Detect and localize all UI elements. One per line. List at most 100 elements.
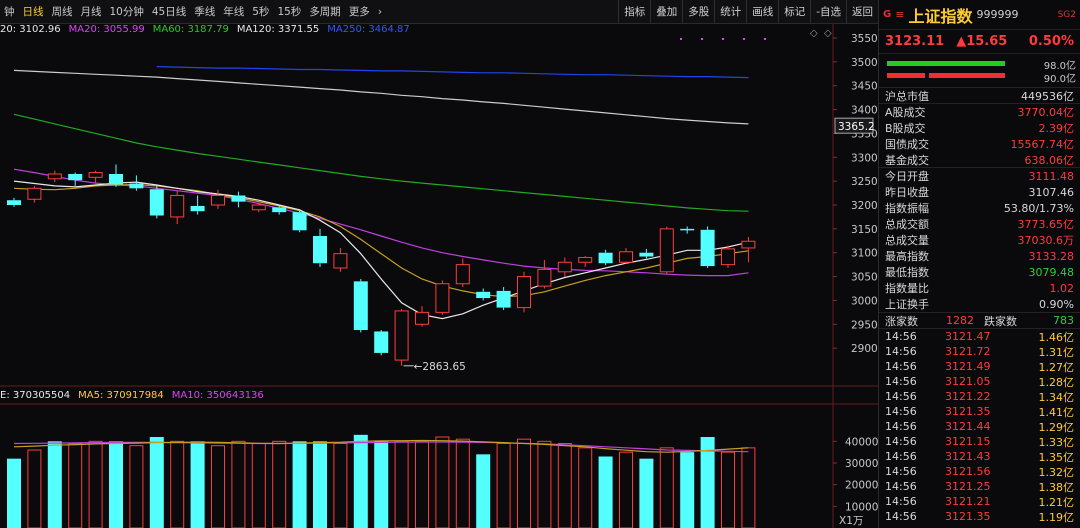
candle-body — [211, 194, 225, 206]
toolbar-button[interactable]: 统计 — [714, 0, 746, 24]
period-tab[interactable]: 月线 — [77, 0, 106, 24]
volume-legend-item: MA10: 350643136 — [171, 390, 264, 401]
volume-bar — [598, 456, 613, 528]
candle-body — [190, 205, 205, 212]
candle-body — [374, 331, 389, 353]
badge-icon: SG2 — [1057, 9, 1076, 20]
price-tick-label: 3550 — [851, 33, 878, 45]
candle-body — [721, 248, 735, 266]
stat-value: 2.39亿 — [1038, 122, 1075, 135]
period-tab[interactable]: 多周期 — [305, 0, 345, 24]
price-change: ▲15.65 — [956, 34, 1008, 49]
decline-label: 跌家数 — [984, 314, 1017, 328]
stat-row: 指数量比 1.02 — [879, 280, 1080, 296]
stat-row: 今日开盘 3111.48 — [879, 168, 1080, 184]
volume-bar — [88, 440, 103, 528]
volume-bar — [476, 454, 491, 528]
tick-row: 14:56 3121.56 1.32亿 — [879, 464, 1080, 479]
stat-value: 3770.04亿 — [1017, 106, 1075, 119]
candle-body — [129, 183, 144, 189]
tick-price: 3121.43 — [945, 450, 991, 463]
period-tab[interactable]: 5秒 — [248, 0, 273, 24]
volume-bar — [496, 443, 511, 528]
tick-price: 3121.44 — [945, 420, 991, 433]
ma-legend-item: 20: 3102.96 — [0, 24, 61, 35]
tick-volume: 1.41亿 — [1038, 405, 1075, 419]
more-arrow-icon[interactable]: › — [374, 0, 386, 24]
ma10-line — [13, 180, 749, 320]
tick-volume: 1.34亿 — [1038, 390, 1075, 404]
toolbar-button[interactable]: 返回 — [846, 0, 878, 24]
signal-dot — [764, 38, 766, 40]
ma-legend-item: MA60: 3187.79 — [152, 24, 229, 35]
tick-volume: 1.27亿 — [1038, 360, 1075, 374]
signal-dot — [701, 38, 703, 40]
stat-value: 3079.48 — [1028, 265, 1075, 279]
period-tab[interactable]: 日线 — [19, 0, 48, 24]
function-toolbar: 指标 叠加 多股 统计 画线 标记 -自选 返回 — [618, 0, 878, 24]
tick-row: 14:56 3121.47 1.46亿 — [879, 329, 1080, 344]
volume-bar — [741, 447, 756, 528]
tick-price: 3121.56 — [945, 465, 991, 478]
tick-price: 3121.21 — [945, 495, 991, 508]
tick-price: 3121.22 — [945, 390, 991, 403]
volume-bar — [455, 438, 470, 528]
period-tab[interactable]: 45日线 — [148, 0, 190, 24]
period-tab[interactable]: 周线 — [48, 0, 77, 24]
volume-bar — [333, 443, 348, 528]
volume-bar — [272, 440, 287, 528]
toolbar-button[interactable]: 标记 — [778, 0, 810, 24]
price-change-percent: 0.50% — [1028, 34, 1074, 49]
tick-price: 3121.72 — [945, 345, 991, 358]
tick-time: 14:56 — [885, 435, 917, 448]
candle-body — [619, 251, 633, 263]
period-tab[interactable]: 10分钟 — [106, 0, 148, 24]
stat-value: 53.80/1.73% — [1003, 201, 1074, 215]
security-name: 上证指数 — [908, 6, 973, 26]
menu-icon[interactable]: ≡ — [895, 8, 904, 21]
stat-value: 3133.28 — [1028, 249, 1075, 263]
volume-bar — [27, 449, 42, 528]
kline-chart[interactable]: 3550350034503400335033003250320031503100… — [0, 24, 878, 528]
period-tab[interactable]: 年线 — [219, 0, 248, 24]
tick-list[interactable]: 14:56 3121.47 1.46亿 14:56 3121.72 1.31亿 14:56 3… — [879, 329, 1080, 524]
tick-row: 14:56 3121.43 1.35亿 — [879, 449, 1080, 464]
tick-price: 3121.35 — [945, 405, 991, 418]
stat-label: 昨日收盘 — [885, 186, 929, 199]
tick-row: 14:56 3121.05 1.28亿 — [879, 374, 1080, 389]
volume-bar — [313, 441, 327, 528]
period-tab[interactable]: 更多 — [345, 0, 374, 24]
toolbar-button[interactable]: -自选 — [810, 0, 846, 24]
candle-body — [476, 291, 491, 299]
group-icon[interactable]: G — [883, 9, 891, 20]
stat-label: 基金成交 — [885, 153, 929, 167]
volume-bar — [659, 447, 674, 528]
period-tab[interactable]: 钟 — [0, 0, 19, 24]
period-tab[interactable]: 15秒 — [273, 0, 305, 24]
volume-bar — [129, 445, 144, 528]
tick-time: 14:56 — [885, 330, 917, 343]
period-tab[interactable]: 季线 — [190, 0, 219, 24]
volume-bar — [190, 441, 205, 528]
volume-bar — [292, 441, 307, 528]
tick-price: 3121.35 — [945, 510, 991, 523]
stat-value: 1.02 — [1049, 281, 1075, 295]
candle-body — [639, 252, 654, 257]
toolbar-button[interactable]: 画线 — [746, 0, 778, 24]
tick-row: 14:56 3121.44 1.29亿 — [879, 419, 1080, 434]
tick-volume: 1.29亿 — [1038, 420, 1075, 434]
security-code: 999999 — [976, 8, 1019, 21]
tick-volume: 1.31亿 — [1038, 345, 1075, 359]
price-tick-label: 3050 — [851, 272, 878, 284]
volume-tick-label: 30000 — [845, 458, 878, 470]
toolbar-button[interactable]: 指标 — [618, 0, 650, 24]
tick-row: 14:56 3121.49 1.27亿 — [879, 359, 1080, 374]
price-tick-label: 3000 — [851, 295, 878, 307]
candle-body — [27, 187, 42, 200]
tick-price: 3121.15 — [945, 435, 991, 448]
volume-bar — [435, 436, 450, 528]
stat-row: 最低指数 3079.48 — [879, 264, 1080, 280]
toolbar-button[interactable]: 叠加 — [650, 0, 682, 24]
toolbar-button[interactable]: 多股 — [682, 0, 714, 24]
tick-row: 14:56 3121.35 1.19亿 — [879, 509, 1080, 524]
